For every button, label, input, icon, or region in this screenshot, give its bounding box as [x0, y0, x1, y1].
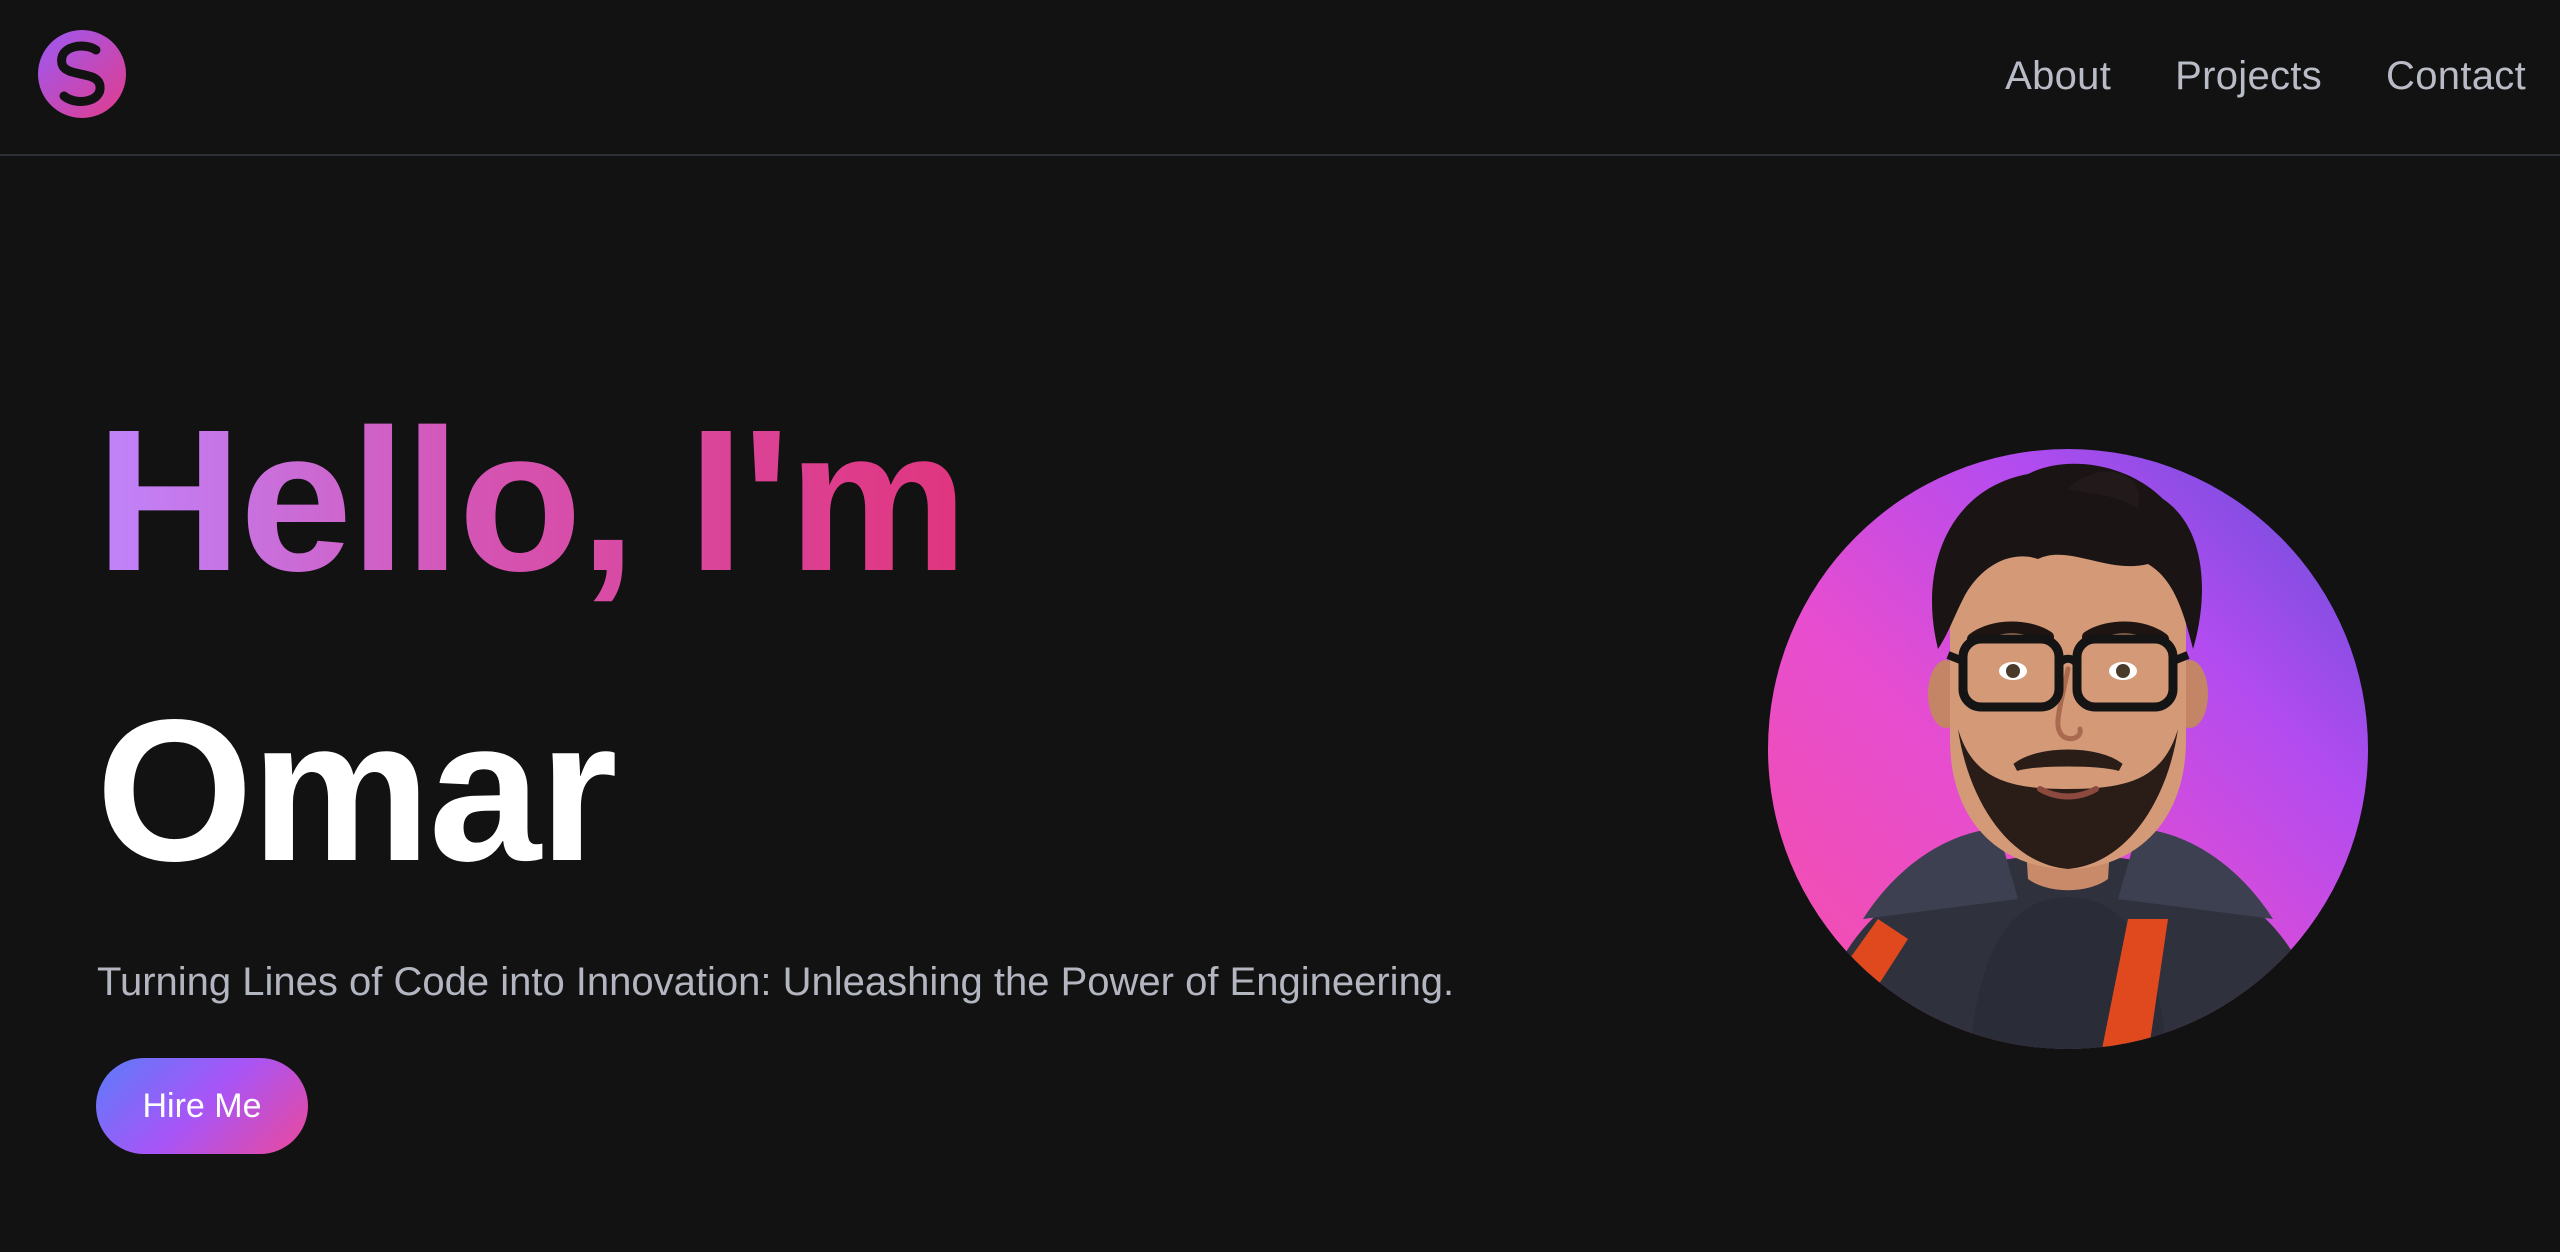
hero-tagline: Turning Lines of Code into Innovation: U…	[97, 960, 1455, 1004]
avatar-illustration	[1811, 463, 2326, 1049]
navbar: About Projects Contact	[0, 0, 2560, 156]
hire-me-button[interactable]: Hire Me	[96, 1058, 308, 1154]
s-logo-icon[interactable]	[36, 28, 128, 120]
profile-avatar	[1768, 449, 2368, 1049]
hero-name: Omar	[96, 677, 618, 903]
hero-greeting: Hello, I'm	[96, 387, 968, 613]
nav-link-about[interactable]: About	[2005, 44, 2111, 108]
nav-link-projects[interactable]: Projects	[2175, 44, 2322, 108]
nav-link-contact[interactable]: Contact	[2386, 44, 2526, 108]
page: About Projects Contact Hello, I'm Omar T…	[0, 0, 2560, 1252]
nav-links: About Projects Contact	[2005, 44, 2526, 108]
